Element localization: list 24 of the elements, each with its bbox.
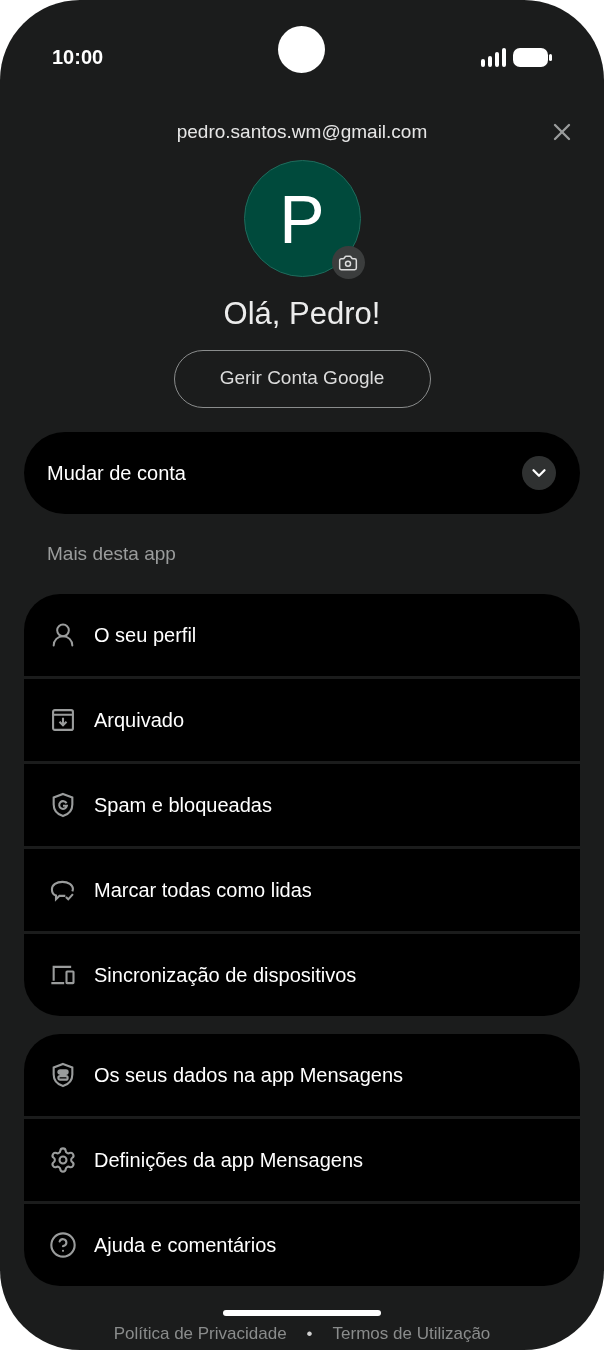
menu-item[interactable]: Marcar todas como lidas <box>24 849 580 931</box>
section-label: Mais desta app <box>47 541 176 566</box>
switch-account-row[interactable]: Mudar de conta <box>24 431 580 514</box>
settings-icon <box>49 1146 77 1174</box>
signal-icon <box>481 47 507 67</box>
menu-item[interactable]: O seu perfil <box>24 594 580 676</box>
terms-link[interactable]: Termos de Utilização <box>332 1320 491 1346</box>
camera-cutout <box>278 26 325 73</box>
avatar[interactable]: P <box>243 160 361 277</box>
privacy-link[interactable]: Política de Privacidade <box>113 1320 287 1346</box>
menu-item[interactable]: Definições da app Mensagens <box>24 1119 580 1201</box>
account-email: pedro.santos.wm@gmail.com <box>176 119 428 144</box>
greeting: Olá, Pedro! <box>223 295 381 333</box>
menu-item[interactable]: Spam e bloqueadas <box>24 764 580 846</box>
status-time: 10:00 <box>52 45 104 70</box>
separator-dot: • <box>306 1322 313 1345</box>
menu-item[interactable]: Arquivado <box>24 679 580 761</box>
menu-item[interactable]: Sincronização de dispositivos <box>24 934 580 1016</box>
menu-item[interactable]: Os seus dados na app Mensagens <box>24 1034 580 1116</box>
archive-icon <box>49 706 77 734</box>
battery-icon <box>513 47 552 67</box>
help-icon <box>49 1231 77 1259</box>
menu-item[interactable]: Ajuda e comentários <box>24 1204 580 1286</box>
camera-button[interactable] <box>331 246 365 279</box>
